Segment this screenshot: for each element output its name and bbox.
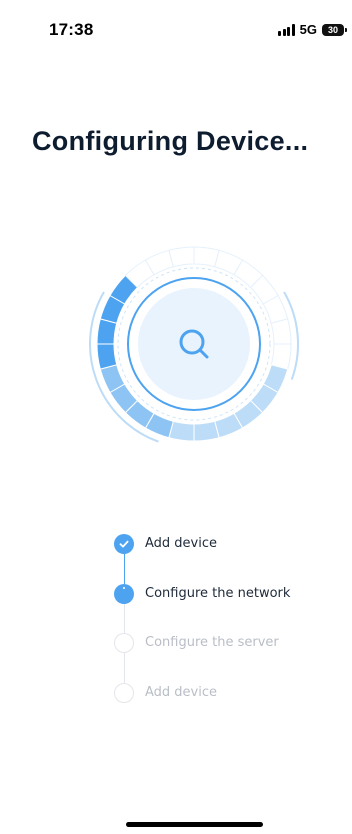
step-label: Add device	[145, 536, 218, 551]
step-active-icon	[114, 583, 134, 604]
dial-segment	[193, 420, 220, 442]
step-connector	[123, 603, 125, 633]
step-connector	[123, 653, 125, 683]
home-indicator[interactable]	[126, 822, 263, 827]
screen: 17:38 5G 30 Configuring Device... Add de…	[0, 0, 352, 834]
steps-list: Add device Configure the network Configu…	[114, 534, 334, 732]
network-type: 5G	[299, 22, 317, 37]
status-bar: 17:38 5G 30	[0, 0, 352, 60]
step-connector	[123, 554, 125, 584]
dial-segment	[96, 343, 118, 370]
dial-segment	[168, 246, 195, 268]
battery-icon: 30	[322, 23, 347, 36]
dial-inner-disc	[138, 288, 250, 400]
battery-level: 30	[327, 24, 338, 35]
signal-bars-icon	[278, 23, 295, 36]
status-time: 17:38	[49, 20, 94, 39]
step-add-device: Add device	[114, 534, 334, 584]
step-pending-icon	[114, 633, 134, 653]
step-configure-server: Configure the server	[114, 633, 334, 683]
progress-dial	[89, 246, 299, 443]
step-label: Configure the server	[145, 635, 279, 650]
step-check-icon	[114, 534, 134, 554]
step-configure-network: Configure the network	[114, 583, 334, 633]
dial-segment	[270, 318, 292, 345]
step-label: Add device	[145, 684, 218, 700]
step-label: Configure the network	[145, 585, 291, 601]
step-add-device-final: Add device	[114, 682, 334, 733]
page-title: Configuring Device...	[32, 126, 309, 156]
status-indicators: 5G 30	[278, 22, 347, 37]
step-pending-icon	[114, 682, 134, 703]
